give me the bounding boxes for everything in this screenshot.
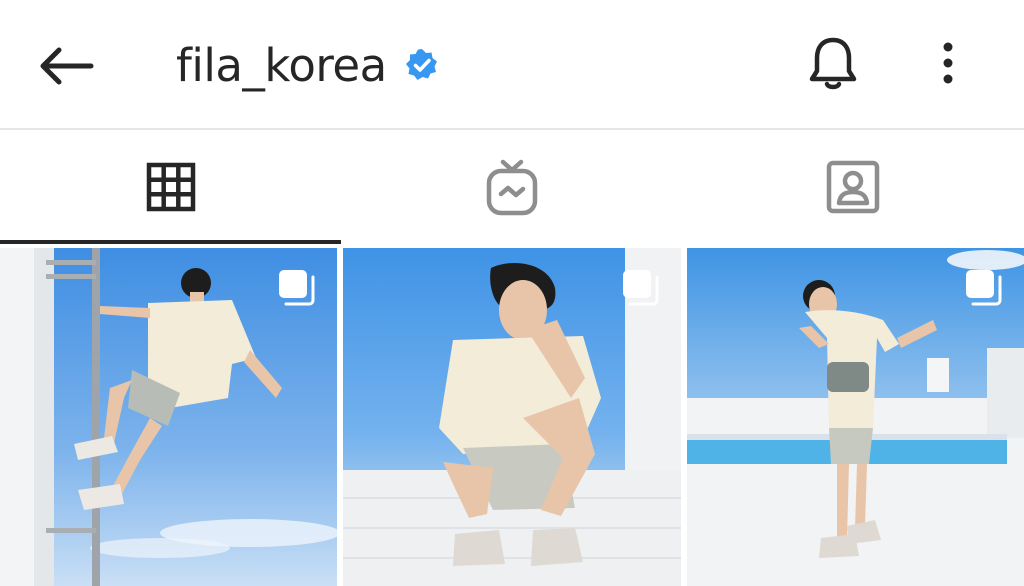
profile-tabs: [0, 130, 1024, 244]
tab-igtv[interactable]: [341, 130, 682, 244]
post-thumbnail[interactable]: [0, 248, 338, 586]
tab-tagged[interactable]: [683, 130, 1024, 244]
profile-title: fila_korea: [176, 30, 439, 100]
back-arrow-icon: [40, 47, 94, 85]
notifications-button[interactable]: [800, 30, 866, 96]
igtv-icon: [486, 159, 538, 216]
post-thumbnail[interactable]: [686, 248, 1024, 586]
back-button[interactable]: [30, 38, 102, 94]
post-thumbnail[interactable]: [343, 248, 681, 586]
grid-icon: [146, 162, 195, 212]
multiple-photos-icon: [279, 270, 315, 306]
bell-icon: [809, 37, 857, 90]
posts-grid: [0, 248, 1024, 586]
username-label: fila_korea: [176, 38, 387, 92]
multiple-photos-icon: [965, 270, 1002, 306]
profile-header: fila_korea: [0, 0, 1024, 130]
more-options-button[interactable]: [920, 30, 976, 96]
more-vertical-icon: [943, 42, 953, 84]
multiple-photos-icon: [622, 270, 659, 306]
verified-badge-icon: [405, 48, 439, 82]
tagged-icon: [827, 160, 880, 214]
tab-posts-grid[interactable]: [0, 130, 342, 244]
